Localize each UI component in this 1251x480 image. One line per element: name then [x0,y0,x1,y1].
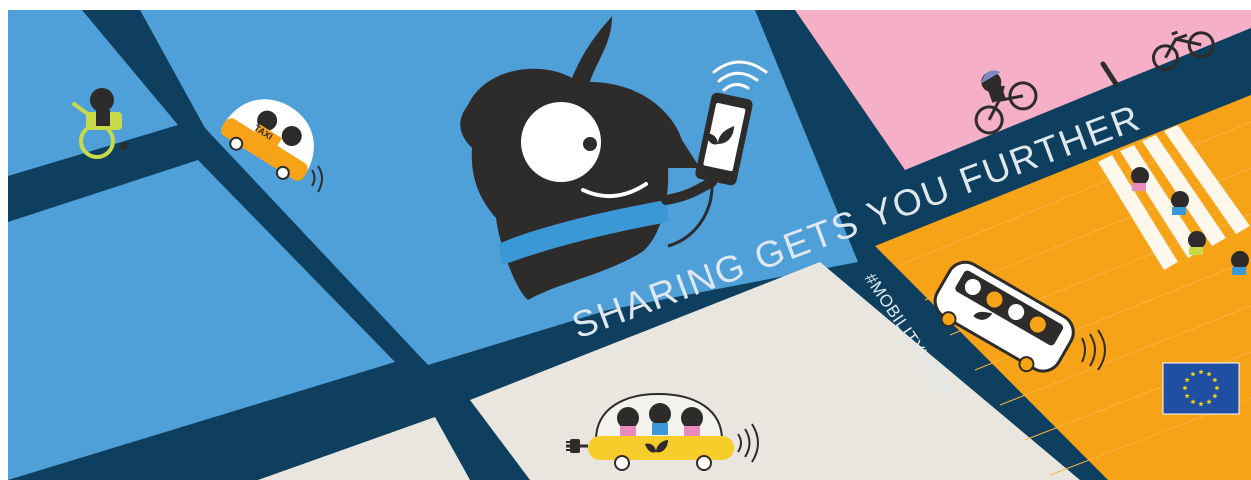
eu-flag-icon [1162,362,1240,415]
scene: SHARING GETS YOU FURTHER #MOBILITYWEEK T… [8,10,1251,480]
banner-illustration: SHARING GETS YOU FURTHER #MOBILITYWEEK T… [0,0,1251,480]
mobility-week-banner: SHARING GETS YOU FURTHER #MOBILITYWEEK T… [0,0,1251,480]
